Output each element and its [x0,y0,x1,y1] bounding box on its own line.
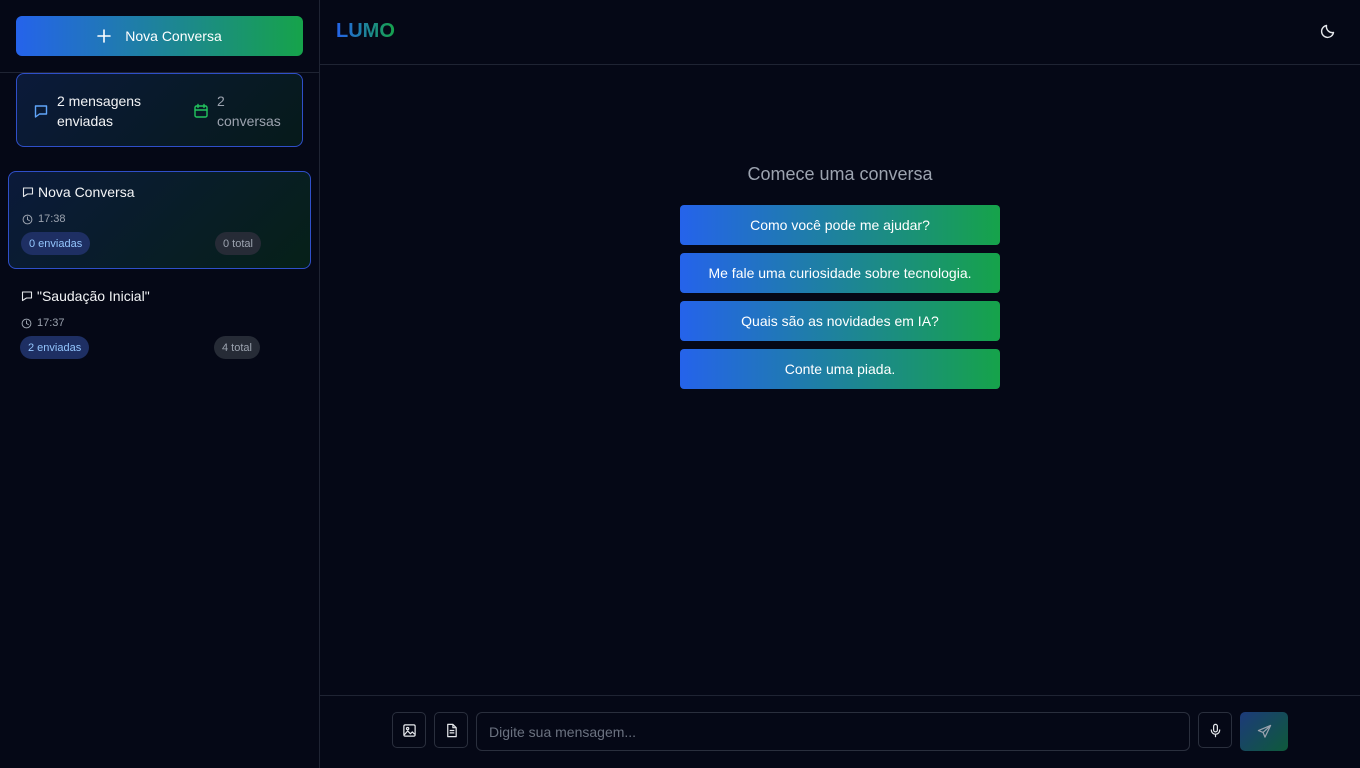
stats-card: 2 mensagens enviadas 2 conversas [16,73,303,147]
total-count-badge: 4 total [214,336,260,359]
microphone-icon [1210,723,1220,737]
conversations-stat: 2 conversas [193,91,293,131]
calendar-icon [193,103,209,119]
send-icon [1257,724,1271,738]
attach-image-button[interactable] [392,712,426,748]
welcome-title: Comece uma conversa [747,164,933,184]
message-icon [21,290,33,302]
total-count-badge: 0 total [215,232,261,255]
conversation-title-text: "Saudação Inicial" [37,288,150,304]
conversation-item-active[interactable]: Nova Conversa 17:38 0 enviadas 0 total [8,171,311,269]
brand-logo: LUMO [336,20,395,42]
new-chat-label: Nova Conversa [125,28,222,44]
clock-icon [22,214,33,225]
moon-icon [1320,24,1335,39]
sent-count-badge: 2 enviadas [20,336,90,359]
messages-stat-label: 2 mensagens enviadas [57,93,142,129]
file-icon [446,723,457,737]
conversation-title: Nova Conversa [22,184,135,200]
image-icon [402,723,416,737]
top-bar: LUMO [320,0,1360,65]
sidebar: Nova Conversa 2 mensagens enviadas 2 con… [0,0,320,768]
conversation-item[interactable]: "Saudação Inicial" 17:37 2 enviadas 4 to… [8,276,311,374]
conversation-title: "Saudação Inicial" [21,288,150,304]
clock-icon [21,318,32,329]
plus-icon [97,29,112,43]
conversation-time-text: 17:38 [38,213,66,225]
suggestion-button[interactable]: Conte uma piada. [680,349,1000,389]
conversation-time: 17:37 [21,317,65,329]
message-input[interactable] [476,712,1190,751]
conversations-stat-label: 2 conversas [217,93,281,129]
new-chat-button[interactable]: Nova Conversa [16,16,303,56]
attach-file-button[interactable] [434,712,468,748]
theme-toggle-button[interactable] [1320,23,1336,39]
sent-count-badge: 0 enviadas [21,232,91,255]
suggestion-button[interactable]: Quais são as novidades em IA? [680,301,1000,341]
messages-stat: 2 mensagens enviadas [33,91,183,131]
conversation-title-text: Nova Conversa [38,184,135,200]
conversation-time: 17:38 [22,213,66,225]
suggestion-button[interactable]: Me fale uma curiosidade sobre tecnologia… [680,253,1000,293]
suggestion-button[interactable]: Como você pode me ajudar? [680,205,1000,245]
voice-input-button[interactable] [1198,712,1232,748]
message-icon [22,186,34,198]
send-button[interactable] [1240,712,1288,751]
conversation-time-text: 17:37 [37,317,65,329]
message-icon [33,103,49,119]
